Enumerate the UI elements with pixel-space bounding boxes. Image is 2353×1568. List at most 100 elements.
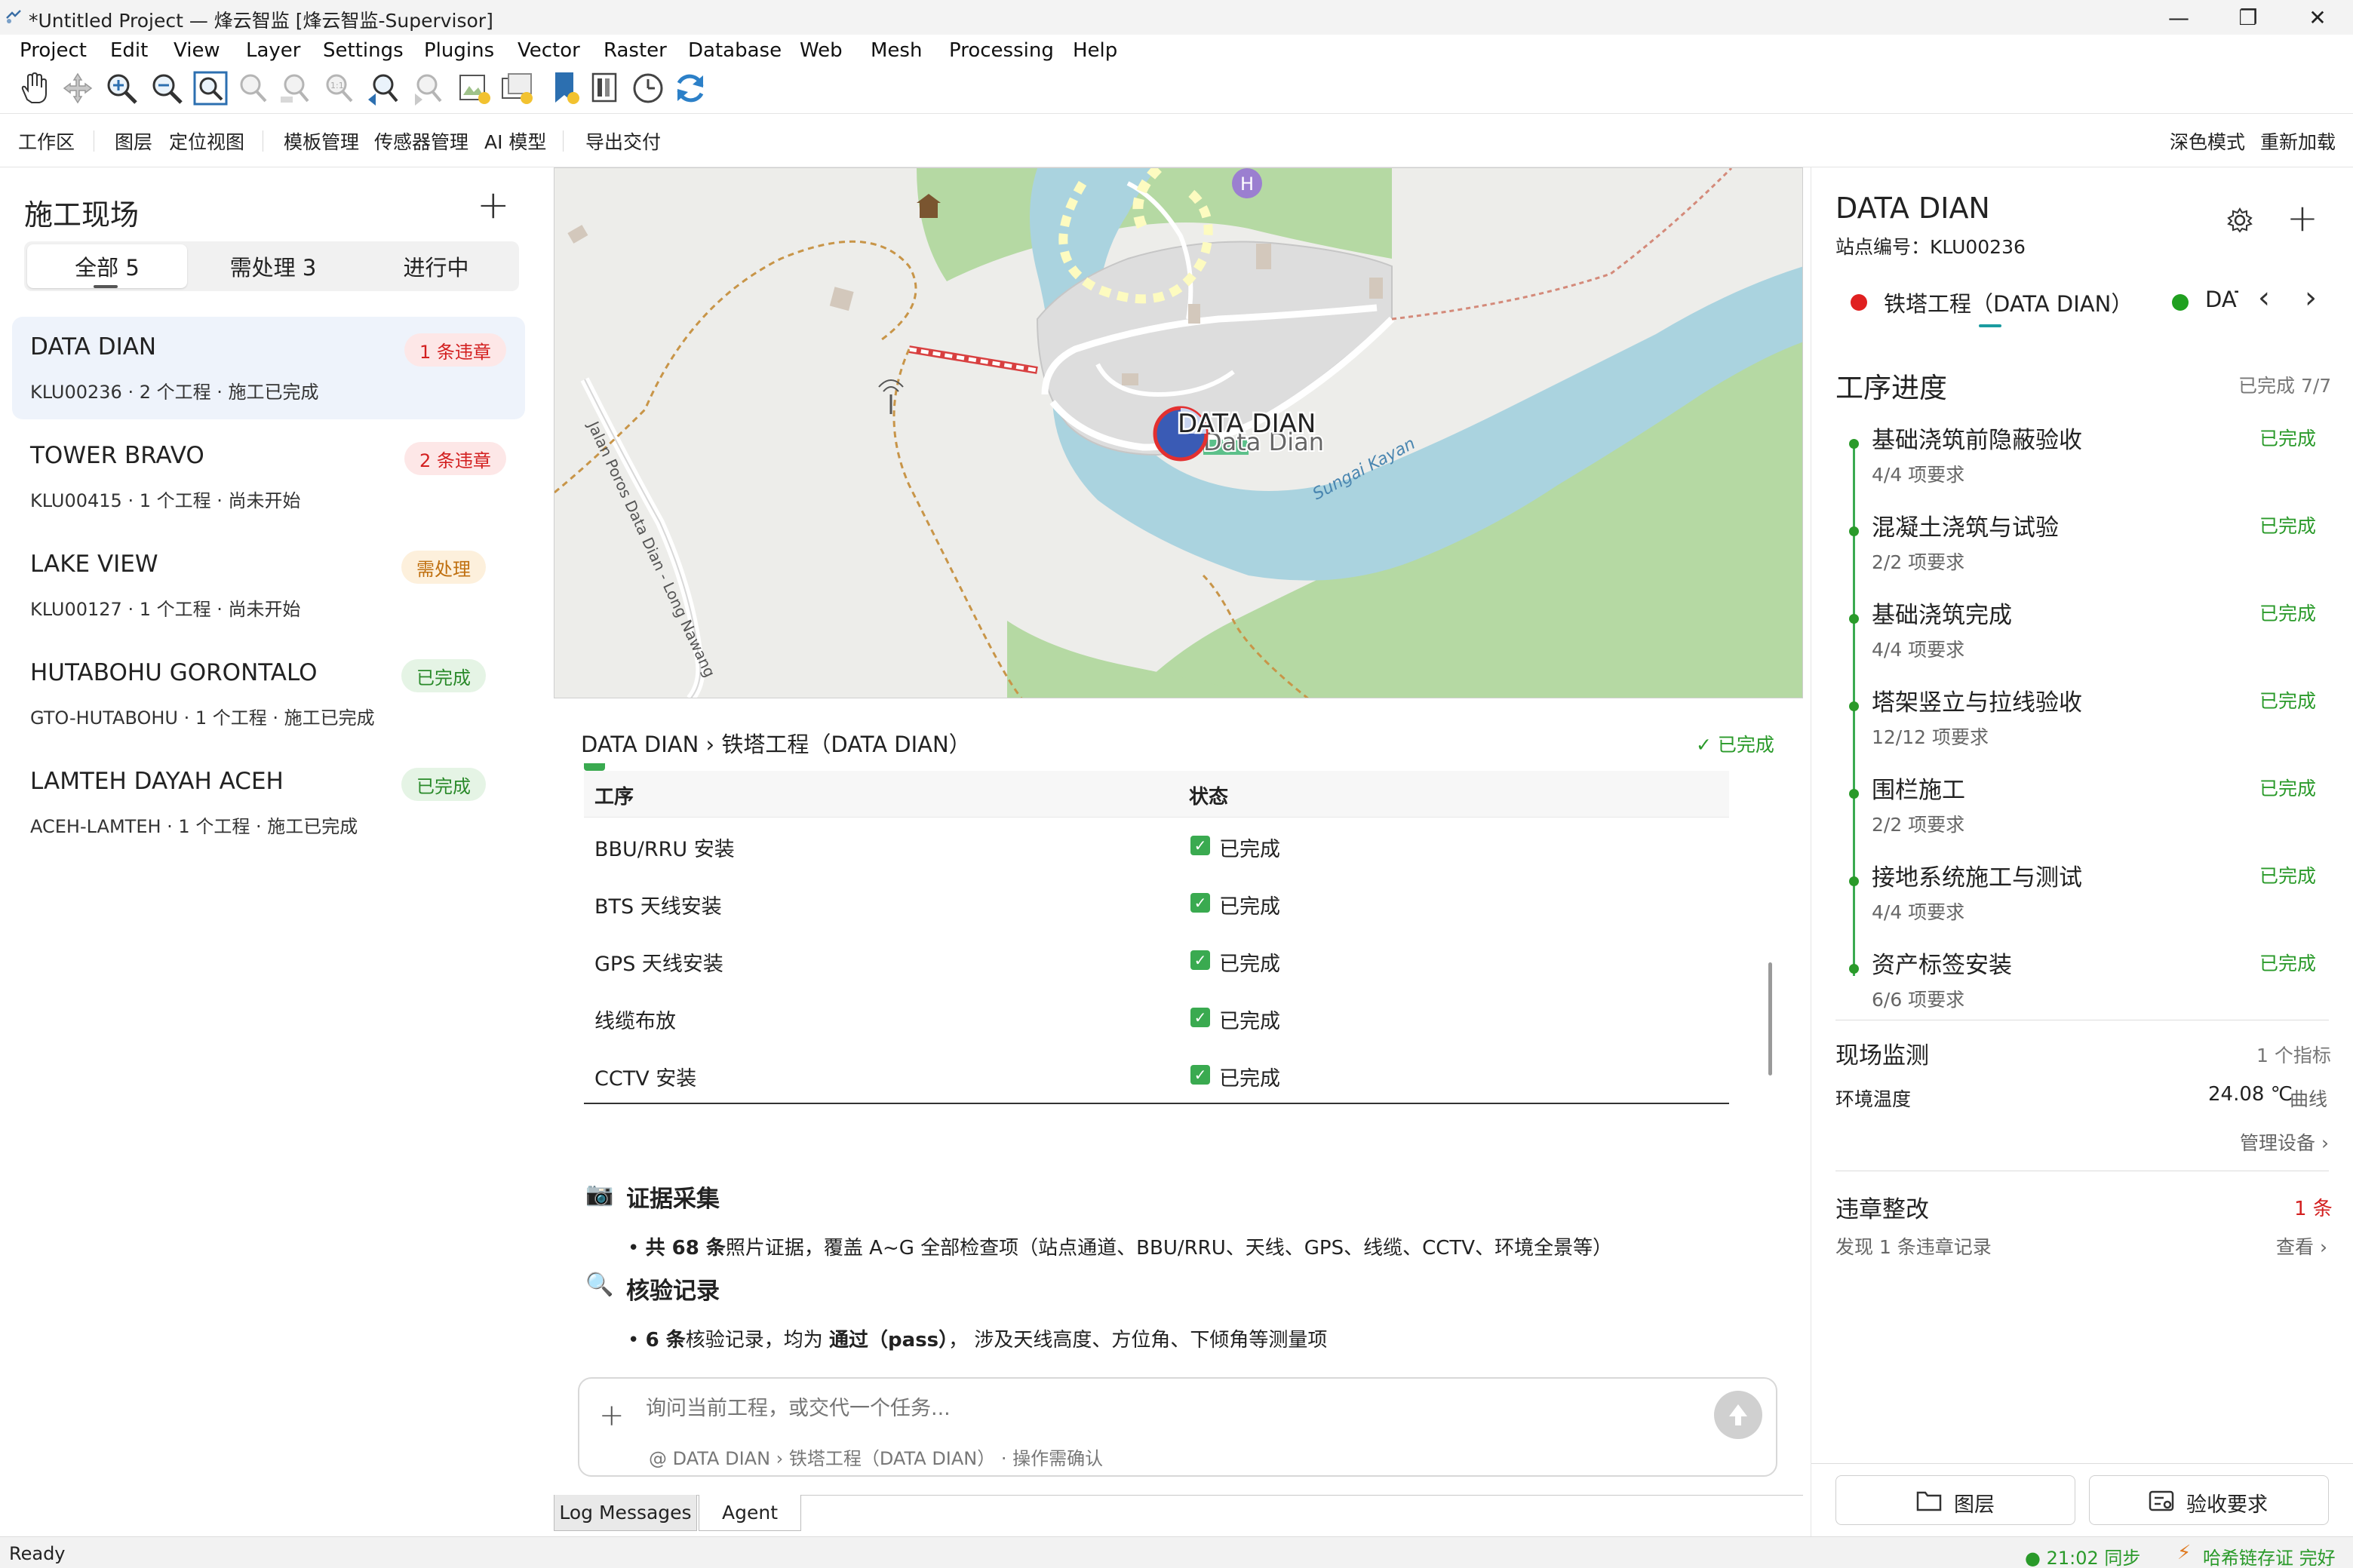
step-item[interactable]: 接地系统施工与测试 4/4 项要求 已完成 (1811, 858, 2353, 946)
menu-database[interactable]: Database (688, 39, 782, 62)
progress-title: 工序进度 (1835, 372, 1947, 404)
step-item[interactable]: 围栏施工 2/2 项要求 已完成 (1811, 771, 2353, 858)
menu-processing[interactable]: Processing (949, 39, 1054, 62)
add-project-button[interactable]: + (2287, 196, 2318, 240)
menu-layer[interactable]: Layer (246, 39, 301, 62)
nav-ai-model[interactable]: AI 模型 (484, 127, 546, 155)
evidence-description: 照片证据，覆盖 A~G 全部检查项（站点通道、BBU/RRU、天线、GPS、线缆… (725, 1237, 1613, 1260)
nav-template-manager[interactable]: 模板管理 (284, 127, 359, 155)
site-name: DATA DIAN (30, 333, 157, 361)
menu-web[interactable]: Web (800, 39, 843, 62)
step-done-dot (1849, 439, 1859, 449)
map-rendering[interactable]: H Jalan Poros Data Dian - Long Nawang Su… (554, 168, 1803, 698)
pan-icon[interactable] (14, 69, 51, 107)
gear-icon[interactable] (2226, 207, 2253, 234)
temperature-chart-link[interactable]: 曲线 (2290, 1085, 2327, 1112)
menu-plugins[interactable]: Plugins (424, 39, 494, 62)
add-site-button[interactable]: + (477, 183, 510, 228)
detail-scrollbar[interactable] (1768, 962, 1772, 1076)
show-bookmarks-icon[interactable] (499, 69, 537, 107)
clock-icon[interactable] (629, 69, 667, 107)
dark-mode-toggle[interactable]: 深色模式 (2170, 127, 2245, 155)
step-name: 线缆布放 (594, 1010, 676, 1033)
tab-log-messages[interactable]: Log Messages (554, 1495, 697, 1531)
pan-to-selection-icon[interactable] (59, 69, 97, 107)
tab-in-progress[interactable]: 进行中 (356, 244, 516, 288)
tab-all[interactable]: 全部 5 (27, 244, 187, 288)
manage-devices-link[interactable]: 管理设备 › (2240, 1128, 2329, 1155)
site-name: TOWER BRAVO (30, 442, 204, 469)
menu-help[interactable]: Help (1073, 39, 1117, 62)
menu-mesh[interactable]: Mesh (871, 39, 922, 62)
monitor-count: 1 个指标 (2256, 1045, 2331, 1066)
title-bar: *Untitled Project — 烽云智监 [烽云智监-Superviso… (0, 0, 2353, 35)
reload-button[interactable]: 重新加载 (2260, 127, 2336, 155)
tab-agent[interactable]: Agent (699, 1495, 801, 1531)
zoom-in-icon[interactable] (103, 69, 140, 107)
menu-edit[interactable]: Edit (110, 39, 148, 62)
step-name: 基础浇筑完成 (1872, 602, 2012, 629)
acceptance-requirements-button[interactable]: 验收要求 (2089, 1475, 2329, 1525)
zoom-out-icon[interactable] (148, 69, 186, 107)
step-status: 已完成 (2259, 953, 2317, 974)
site-card-tower-bravo[interactable]: TOWER BRAVO KLU00415 · 1 个工程 · 尚未开始 2 条违… (12, 425, 525, 528)
agent-chat-input[interactable] (646, 1391, 1672, 1425)
site-card-lake-view[interactable]: LAKE VIEW KLU00127 · 1 个工程 · 尚未开始 需处理 (12, 534, 525, 637)
zoom-full-icon[interactable] (192, 69, 229, 107)
chevron-right-icon[interactable]: › (2305, 281, 2317, 315)
step-status: 已完成 (1219, 1067, 1280, 1091)
maximize-button[interactable]: ❐ (2213, 0, 2283, 35)
temporal-controller-icon[interactable] (587, 69, 625, 107)
project-detail-panel: DATA DIAN › 铁塔工程（DATA DIAN） ✓ 已完成 工序 状态 … (554, 701, 1803, 1365)
site-card-lamteh-dayah-aceh[interactable]: LAMTEH DAYAH ACEH ACEH-LAMTEH · 1 个工程 · … (12, 751, 525, 854)
new-bookmark-icon[interactable] (456, 69, 493, 107)
menu-project[interactable]: Project (20, 39, 87, 62)
zoom-to-selection-icon[interactable] (234, 69, 272, 107)
chevron-left-icon[interactable]: ‹ (2258, 281, 2270, 315)
nav-sensor-manager[interactable]: 传感器管理 (374, 127, 468, 155)
refresh-icon[interactable] (671, 69, 709, 107)
zoom-last-icon[interactable] (365, 69, 403, 107)
project-tab-second[interactable]: DAT (2205, 287, 2238, 312)
zoom-to-layer-icon[interactable] (276, 69, 314, 107)
project-status-dot (1851, 294, 1867, 311)
send-arrow-icon (1729, 1404, 1747, 1425)
step-item[interactable]: 塔架竖立与拉线验收 12/12 项要求 已完成 (1811, 683, 2353, 771)
close-button[interactable]: ✕ (2283, 0, 2352, 35)
menu-view[interactable]: View (174, 39, 220, 62)
map-canvas[interactable]: H Jalan Poros Data Dian - Long Nawang Su… (554, 167, 1803, 698)
send-button[interactable] (1714, 1391, 1762, 1439)
bolt-icon: ⚡ (2177, 1542, 2192, 1564)
checkbox-checked-icon: ✓ (1190, 893, 1210, 913)
step-requirements: 12/12 项要求 (1872, 726, 1989, 748)
step-item[interactable]: 基础浇筑完成 4/4 项要求 已完成 (1811, 596, 2353, 683)
bullet: • (628, 1237, 646, 1260)
project-tab-tower[interactable]: 铁塔工程（DATA DIAN） (1884, 287, 2133, 318)
nav-layers[interactable]: 图层 (115, 127, 152, 155)
step-name: BBU/RRU 安装 (594, 838, 735, 861)
menu-bar: Project Edit View Layer Settings Plugins… (0, 35, 2353, 69)
step-item[interactable]: 基础浇筑前隐蔽验收 4/4 项要求 已完成 (1811, 421, 2353, 508)
layers-button[interactable]: 图层 (1835, 1475, 2075, 1525)
menu-raster[interactable]: Raster (604, 39, 667, 62)
spatial-bookmark-icon[interactable] (546, 69, 584, 107)
menu-settings[interactable]: Settings (323, 39, 404, 62)
attach-button[interactable]: + (599, 1398, 625, 1433)
splitter-handle[interactable] (540, 816, 542, 846)
step-item[interactable]: 混凝土浇筑与试验 2/2 项要求 已完成 (1811, 508, 2353, 596)
view-violations-link[interactable]: 查看 › (2276, 1232, 2327, 1260)
zoom-native-icon[interactable]: 1:1 (320, 69, 358, 107)
project-status-dot (2172, 294, 2189, 311)
zoom-next-icon[interactable] (409, 69, 447, 107)
temperature-label: 环境温度 (1835, 1088, 1912, 1110)
site-card-hutabohu-gorontalo[interactable]: HUTABOHU GORONTALO GTO-HUTABOHU · 1 个工程 … (12, 643, 525, 745)
checkbox-checked-icon: ✓ (1190, 836, 1210, 855)
menu-vector[interactable]: Vector (518, 39, 580, 62)
nav-locate-view[interactable]: 定位视图 (169, 127, 244, 155)
sync-status: ● 21:02 同步 (2025, 1548, 2141, 1568)
nav-export-delivery[interactable]: 导出交付 (585, 127, 661, 155)
site-card-data-dian[interactable]: DATA DIAN KLU00236 · 2 个工程 · 施工已完成 1 条违章 (12, 317, 525, 419)
nav-workspace[interactable]: 工作区 (18, 127, 75, 155)
minimize-button[interactable]: — (2144, 0, 2213, 35)
tab-needs-action[interactable]: 需处理 3 (193, 244, 353, 288)
